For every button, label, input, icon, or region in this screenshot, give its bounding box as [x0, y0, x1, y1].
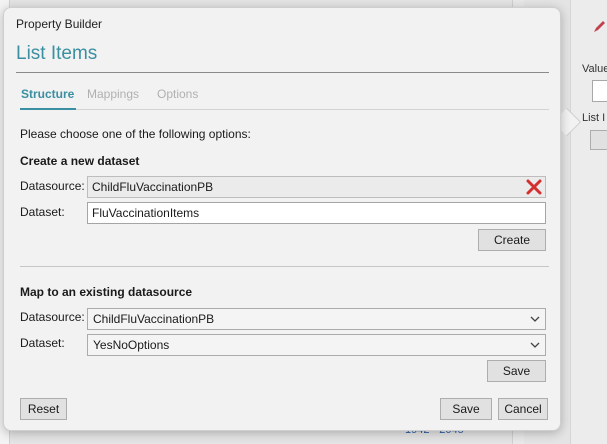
chevron-down-icon — [530, 342, 540, 348]
map-datasource-value: ChildFluVaccinationPB — [93, 312, 215, 326]
create-button[interactable]: Create — [478, 229, 546, 251]
section-divider — [20, 266, 549, 267]
cancel-button[interactable]: Cancel — [498, 398, 548, 420]
map-save-button[interactable]: Save — [487, 360, 546, 382]
save-button[interactable]: Save — [440, 398, 492, 420]
tabs-divider — [20, 109, 549, 110]
map-dataset-value: YesNoOptions — [93, 338, 170, 352]
tab-structure[interactable]: Structure — [21, 87, 74, 101]
map-dataset-select[interactable]: YesNoOptions — [87, 334, 546, 356]
create-datasource-field: ChildFluVaccinationPB — [87, 176, 546, 198]
map-datasource-select[interactable]: ChildFluVaccinationPB — [87, 308, 546, 330]
create-dataset-title: Create a new dataset — [20, 154, 140, 168]
create-dataset-label: Dataset: — [20, 205, 65, 219]
create-datasource-value: ChildFluVaccinationPB — [92, 180, 214, 194]
chevron-down-icon — [530, 316, 540, 322]
background-list-button[interactable] — [590, 130, 607, 150]
heading-divider — [16, 72, 549, 73]
background-value-input[interactable] — [592, 80, 607, 102]
pen-icon[interactable] — [592, 20, 606, 34]
instruction-text: Please choose one of the following optio… — [20, 127, 251, 141]
dialog-window-title: Property Builder — [16, 17, 103, 31]
active-tab-indicator — [20, 108, 76, 110]
tab-mappings[interactable]: Mappings — [87, 87, 139, 101]
background-list-label: List I — [582, 112, 606, 124]
dialog-heading: List Items — [16, 43, 98, 64]
property-builder-dialog: Property Builder List Items Structure Ma… — [3, 7, 561, 431]
create-datasource-label: Datasource: — [20, 179, 85, 193]
map-dataset-label: Dataset: — [20, 336, 65, 350]
map-datasource-title: Map to an existing datasource — [20, 285, 193, 299]
map-datasource-label: Datasource: — [20, 310, 85, 324]
clear-icon[interactable] — [525, 178, 543, 196]
reset-button[interactable]: Reset — [20, 398, 67, 420]
tab-options[interactable]: Options — [157, 87, 198, 101]
create-dataset-input[interactable] — [87, 202, 546, 224]
background-value-label: Value — [582, 63, 607, 75]
